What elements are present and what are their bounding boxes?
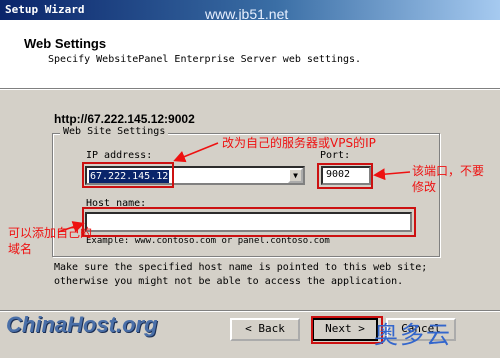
host-annotation-1: 可以添加自己的 bbox=[8, 226, 93, 240]
host-annotation-2: 域名 bbox=[8, 242, 33, 256]
port-annotation-1: 该端口，不要 bbox=[412, 164, 485, 178]
note-line-1: Make sure the specified host name is poi… bbox=[54, 262, 428, 273]
back-button[interactable]: < Back bbox=[230, 318, 300, 341]
page-title: Web Settings bbox=[24, 36, 107, 51]
host-highlight-box bbox=[82, 207, 416, 237]
ip-address-label: IP address: bbox=[86, 150, 153, 161]
back-label: Back bbox=[258, 322, 285, 335]
host-example-text: Example: www.contoso.com or panel.contos… bbox=[86, 236, 330, 246]
setup-wizard-window: Setup Wizard www.jb51.net Web Settings S… bbox=[0, 0, 500, 358]
title-bar[interactable]: Setup Wizard www.jb51.net bbox=[0, 0, 500, 22]
ip-annotation: 改为自己的服务器或VPS的IP bbox=[222, 136, 376, 150]
chevron-down-icon[interactable]: ▼ bbox=[288, 168, 303, 183]
port-label: Port: bbox=[320, 150, 351, 161]
window-title: Setup Wizard bbox=[5, 3, 85, 16]
note-line-2: otherwise you might not be able to acces… bbox=[54, 276, 404, 287]
page-subtitle: Specify WebsitePanel Enterprise Server w… bbox=[48, 54, 362, 65]
ip-highlight-box bbox=[82, 162, 174, 188]
next-highlight-box bbox=[311, 316, 383, 344]
back-arrow-icon: < bbox=[245, 322, 259, 335]
wizard-header: Web Settings Specify WebsitePanel Enterp… bbox=[0, 20, 500, 89]
brand-logo: 奥多云 bbox=[374, 321, 452, 349]
port-highlight-box bbox=[317, 163, 373, 189]
group-label: Web Site Settings bbox=[60, 126, 169, 137]
url-display: http://67.222.145.12:9002 bbox=[54, 112, 195, 126]
port-annotation-2: 修改 bbox=[412, 180, 437, 194]
chinahost-logo: ChinaHost.org bbox=[6, 312, 158, 337]
